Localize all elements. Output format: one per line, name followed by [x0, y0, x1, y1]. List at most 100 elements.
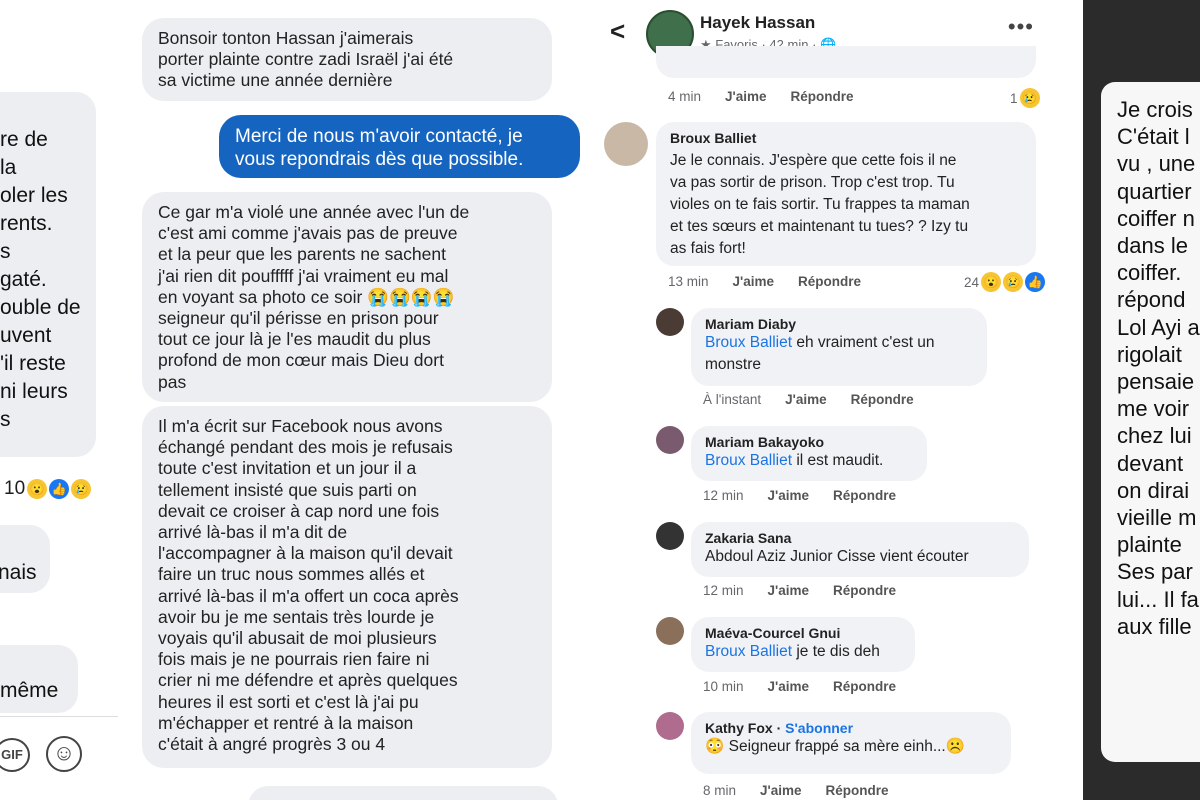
reply-button[interactable]: Répondre: [798, 274, 861, 289]
comment-time: 10 min: [703, 679, 744, 694]
reaction-summary[interactable]: 10 😮 👍 😢: [4, 478, 92, 500]
message-bubble: re de la oler les rents. s gaté. ouble de uvent…: [0, 92, 96, 457]
text-line: vous repondrais dès que possible.: [235, 149, 524, 170]
author-name[interactable]: Hayek Hassan: [700, 13, 815, 33]
like-button[interactable]: J'aime: [725, 89, 767, 104]
gif-button[interactable]: GIF: [0, 738, 30, 772]
reply-button[interactable]: Répondre: [833, 488, 896, 503]
reply-button[interactable]: Répondre: [826, 783, 889, 798]
like-button[interactable]: J'aime: [768, 488, 810, 503]
text-line: Ses par: [1117, 559, 1193, 585]
sad-emoji-icon: 😢: [71, 479, 92, 499]
commenter-avatar[interactable]: [604, 122, 648, 166]
text-line: as fais fort!: [670, 240, 746, 257]
left-messenger-crop: re de la oler les rents. s gaté. ouble de uvent…: [0, 0, 118, 800]
text-line: pas: [158, 371, 187, 392]
sad-emoji-icon: 😢: [1019, 88, 1040, 108]
commenter-avatar[interactable]: [656, 712, 684, 740]
comment-bubble: Broux Balliet Je le connais. J'espère qu…: [656, 122, 1036, 266]
text-line: répond: [1117, 287, 1186, 313]
text-line: va pas sortir de prison. Trop c'est trop…: [670, 174, 955, 191]
commenter-name[interactable]: Maéva-Courcel Gnui: [705, 625, 901, 641]
commenter-name[interactable]: Mariam Bakayoko: [705, 434, 913, 450]
emoji-button[interactable]: ☺: [46, 736, 82, 772]
text-line: c'est ami comme j'avais pas de preuve: [158, 223, 458, 244]
comment-bubble: Kathy Fox · S'abonner 😳 Seigneur frappé …: [691, 712, 1011, 774]
mention-link[interactable]: Broux Balliet: [705, 452, 792, 469]
mention-link[interactable]: Broux Balliet: [705, 334, 792, 351]
text-line: lui... Il fa: [1117, 586, 1199, 612]
text-line: Merci de nous m'avoir contacté, je: [235, 126, 523, 147]
text-line: crier ni me défendre et après quelques: [158, 670, 458, 691]
text-line: pensaie: [1117, 369, 1195, 395]
commenter-name[interactable]: Mariam Diaby: [705, 316, 973, 332]
reaction-count: 10: [4, 478, 26, 499]
conversation-panel: Bonsoir tonton Hassan j'aimerais porter p…: [118, 0, 580, 800]
comment-text: 😳 Seigneur frappé sa mère einh...☹️: [705, 738, 966, 755]
comment-actions: 13 min J'aime Répondre: [668, 274, 861, 289]
reply-button[interactable]: Répondre: [791, 89, 854, 104]
comment-bubble: Zakaria Sana Abdoul Aziz Junior Cisse vi…: [691, 522, 1029, 577]
more-options-icon[interactable]: •••: [1008, 14, 1034, 40]
like-button[interactable]: J'aime: [760, 783, 802, 798]
text-line: ouble de: [0, 296, 81, 319]
comment-actions: 12 min J'aime Répondre: [703, 488, 896, 503]
commenter-name[interactable]: Kathy Fox · S'abonner: [705, 720, 997, 736]
incoming-message: Bonsoir tonton Hassan j'aimerais porter p…: [142, 18, 552, 101]
text-line: violes on te fais sortir. Tu frappes ta …: [670, 196, 970, 213]
incoming-message: [248, 786, 558, 800]
comment-text: Broux Balliet eh vraiment c'est un: [705, 334, 935, 351]
reply-button[interactable]: Répondre: [851, 392, 914, 407]
message-text: nais: [0, 561, 37, 584]
text-line: heures il est sorti et c'est là j'ai pu: [158, 691, 419, 712]
text-line: devant: [1117, 450, 1184, 476]
wow-emoji-icon: 😮: [981, 272, 1002, 292]
text-line: coiffer.: [1117, 260, 1182, 286]
reaction-summary[interactable]: 1 😢: [1010, 88, 1040, 108]
composer-divider: [0, 716, 118, 717]
text-line: fois mais je ne pourrais rien faire ni: [158, 649, 430, 670]
comment-time: 13 min: [668, 274, 709, 289]
reaction-summary[interactable]: 24 😮 😢 👍: [964, 272, 1046, 292]
text-line: s: [0, 240, 11, 263]
follow-link[interactable]: S'abonner: [785, 720, 853, 736]
commenter-avatar[interactable]: [656, 522, 684, 550]
commenter-avatar[interactable]: [656, 308, 684, 336]
text-line: devait ce croiser à cap nord une fois: [158, 500, 440, 521]
comment-text: Broux Balliet il est maudit.: [705, 452, 884, 469]
text-line: et la peur que les parents ne sachent: [158, 244, 446, 265]
commenter-avatar[interactable]: [656, 617, 684, 645]
back-arrow-icon[interactable]: <: [610, 16, 625, 47]
text-line: c'était à angré progrès 3 ou 4: [158, 734, 386, 755]
text-line: avoir bu je me sentais très lourde je: [158, 606, 435, 627]
commenter-name[interactable]: Broux Balliet: [670, 130, 1022, 146]
text-line: Je le connais. J'espère que cette fois i…: [670, 152, 957, 169]
commenter-name[interactable]: Zakaria Sana: [705, 530, 1015, 546]
text-line: quartier: [1117, 178, 1192, 204]
text-line: arrivé là-bas il m'a offert un coca aprè…: [158, 585, 459, 606]
commenter-avatar[interactable]: [656, 426, 684, 454]
text-line: s: [0, 408, 11, 431]
comment-time: À l'instant: [703, 392, 762, 407]
text-line: Lol Ayi a: [1117, 314, 1200, 340]
outgoing-message: Merci de nous m'avoir contacté, je vous r…: [219, 115, 580, 178]
wow-emoji-icon: 😮: [27, 479, 48, 499]
comment-actions: À l'instant J'aime Répondre: [703, 392, 914, 407]
reply-button[interactable]: Répondre: [833, 679, 896, 694]
comment-time: 12 min: [703, 488, 744, 503]
like-button[interactable]: J'aime: [785, 392, 827, 407]
comment-actions: 12 min J'aime Répondre: [703, 583, 896, 598]
text-line: me voir: [1117, 396, 1190, 422]
text-line: 'il reste: [0, 352, 66, 375]
like-button[interactable]: J'aime: [768, 583, 810, 598]
like-button[interactable]: J'aime: [768, 679, 810, 694]
comment-bubble: [656, 46, 1036, 78]
text-line: tout ce jour là je l'es maudit du plus: [158, 329, 431, 350]
text-line: et tes sœurs et maintenant tu tues? ? Iz…: [670, 218, 969, 235]
text-line: chez lui: [1117, 423, 1192, 449]
mention-link[interactable]: Broux Balliet: [705, 643, 792, 660]
comment-bubble: Mariam Bakayoko Broux Balliet il est mau…: [691, 426, 927, 481]
text-line: profond de mon cœur mais Dieu dort: [158, 350, 444, 371]
reply-button[interactable]: Répondre: [833, 583, 896, 598]
like-button[interactable]: J'aime: [733, 274, 775, 289]
